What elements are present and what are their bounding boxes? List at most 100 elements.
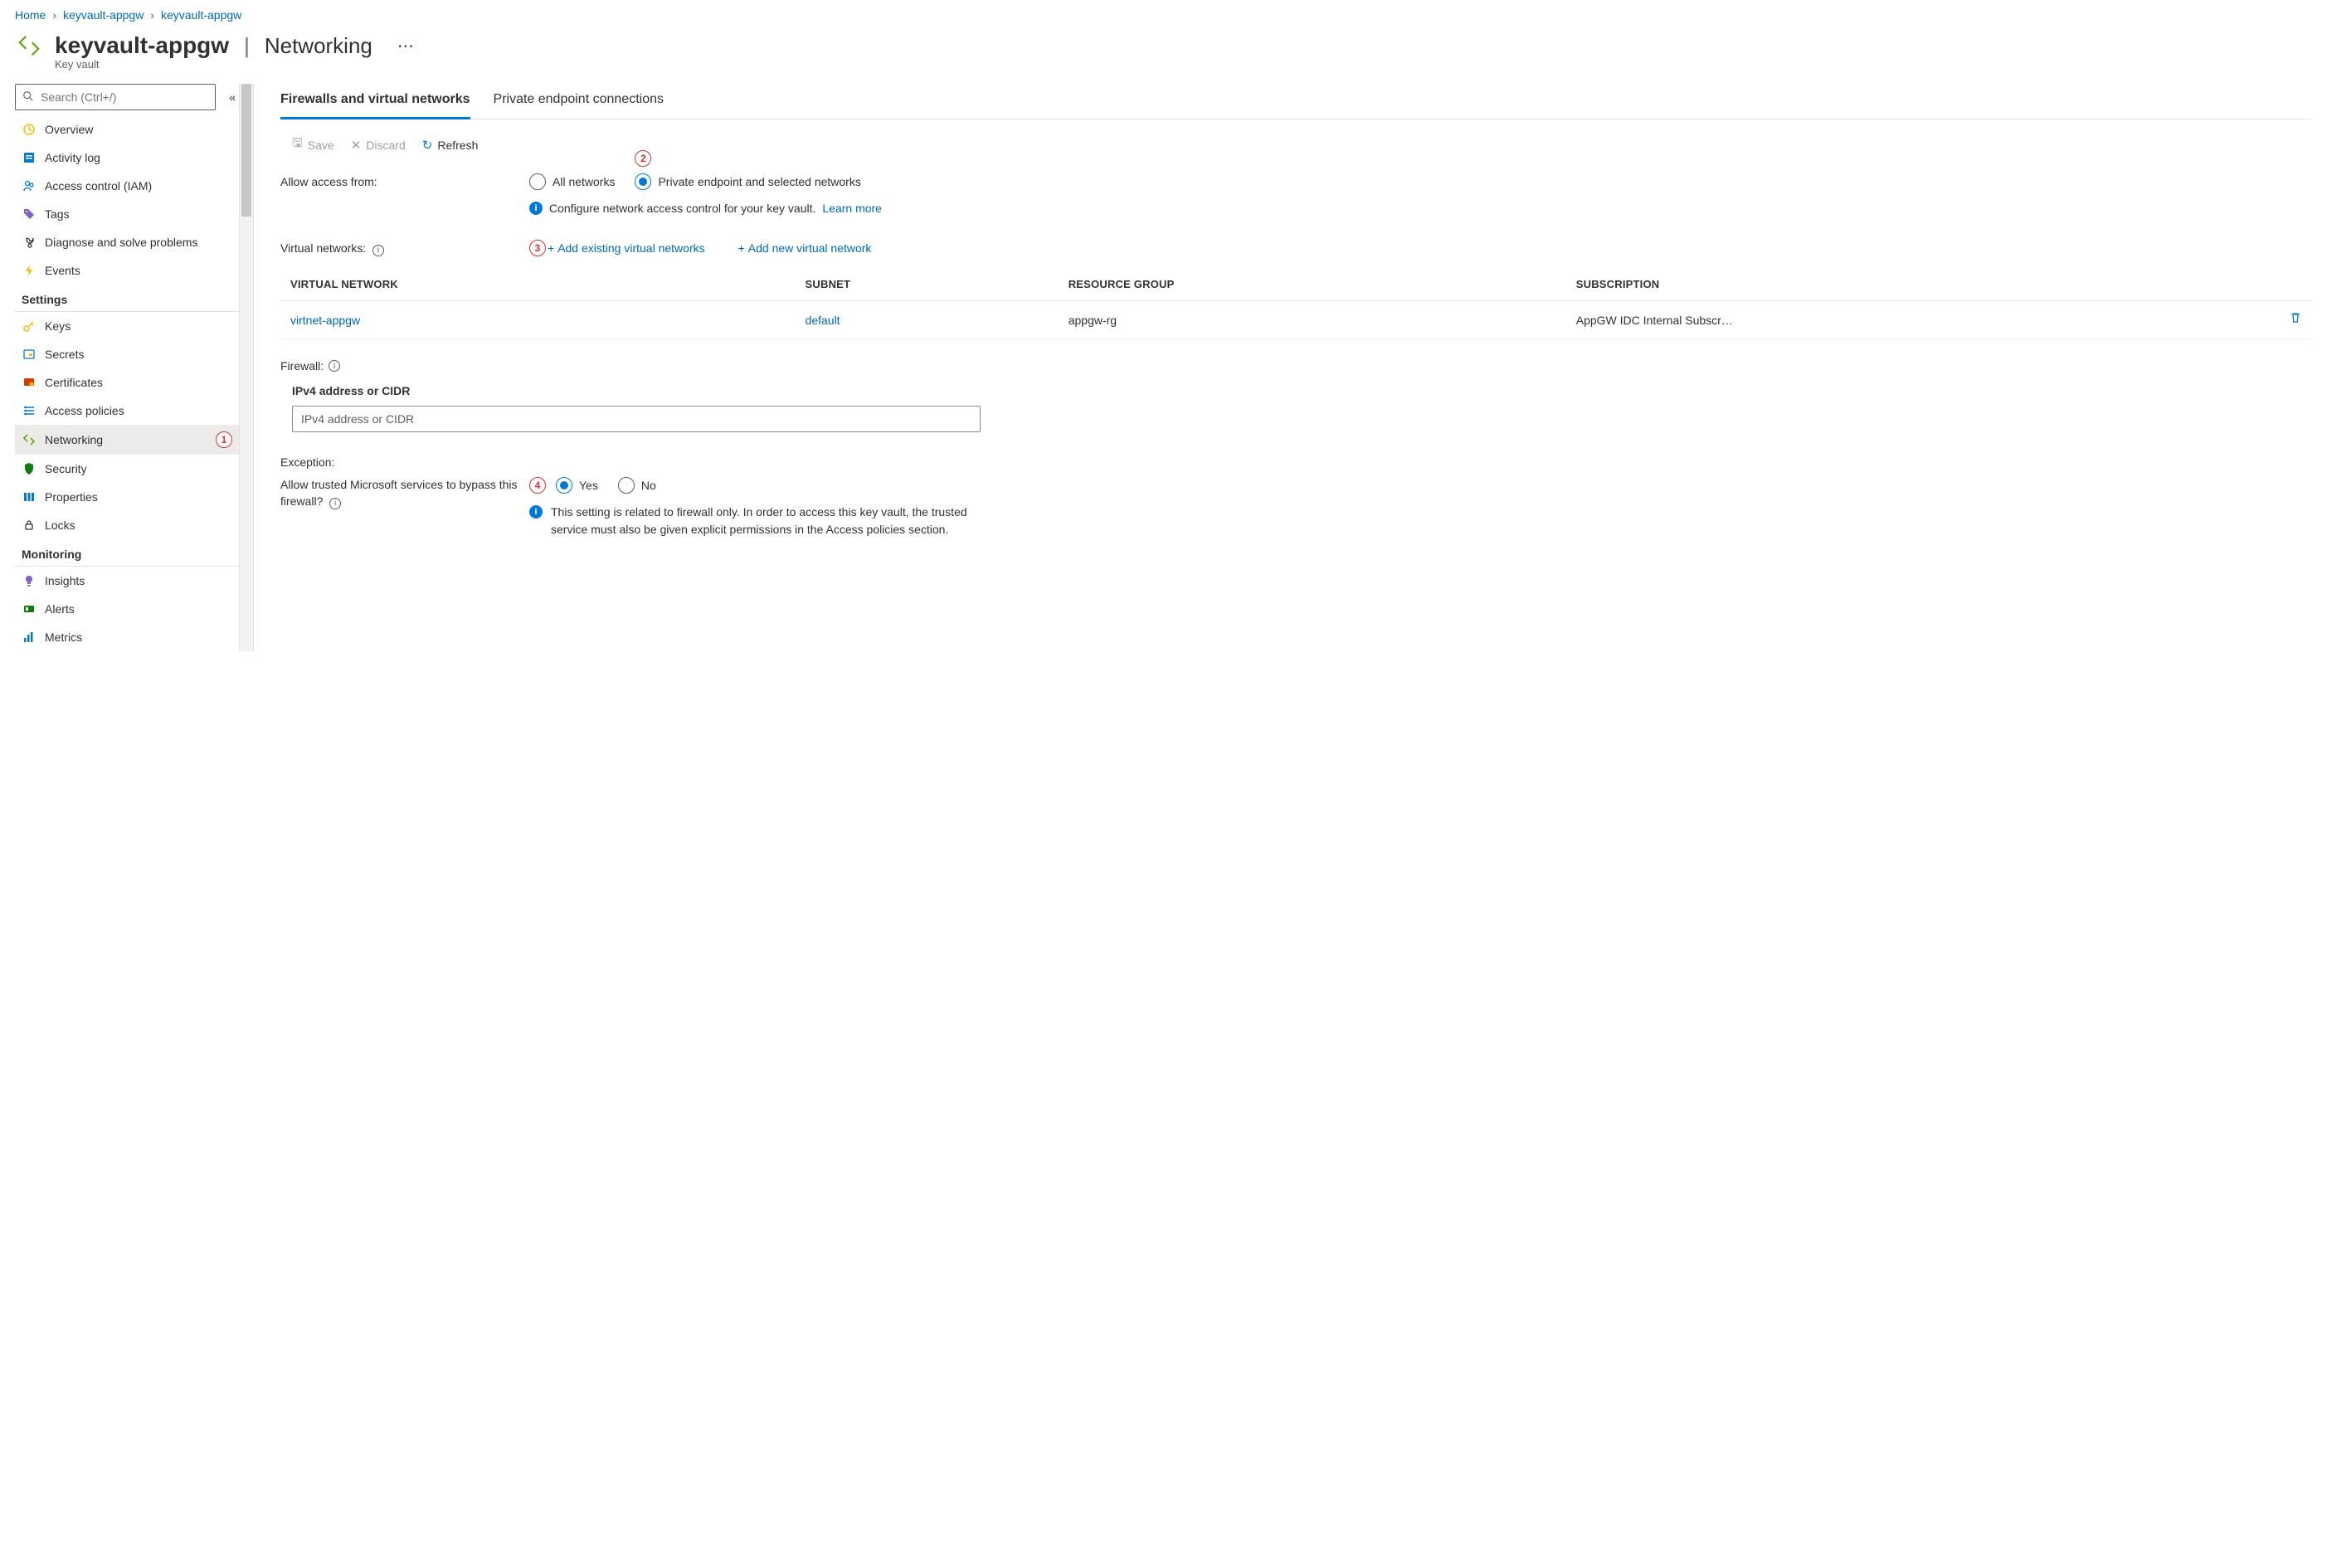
sidebar-item-label: Properties (45, 490, 232, 504)
info-outline-icon[interactable]: i (372, 245, 384, 256)
sidebar-item-tags[interactable]: Tags (15, 200, 239, 228)
radio-all-networks[interactable]: All networks (529, 173, 615, 190)
annotation-1: 1 (216, 431, 232, 448)
security-icon (22, 461, 37, 476)
refresh-button[interactable]: ↻ Refresh (422, 138, 479, 153)
breadcrumb-sep-icon: › (150, 8, 154, 22)
sidebar-search-input[interactable] (39, 90, 208, 105)
sidebar-item-label: Tags (45, 207, 232, 221)
vnet-link[interactable]: virtnet-appgw (290, 314, 360, 327)
tab-firewalls[interactable]: Firewalls and virtual networks (280, 84, 470, 119)
discard-button[interactable]: ✕ Discard (351, 138, 406, 153)
sidebar-item-alerts[interactable]: Alerts (15, 595, 239, 623)
info-outline-icon[interactable]: i (329, 498, 341, 509)
refresh-icon: ↻ (422, 138, 433, 153)
sidebar-item-security[interactable]: Security (15, 455, 239, 483)
breadcrumb-home[interactable]: Home (15, 8, 46, 22)
activity-icon (22, 150, 37, 165)
virtual-networks-label: Virtual networks: i (280, 240, 529, 256)
tabs: Firewalls and virtual networks Private e… (280, 84, 2312, 119)
sidebar-item-label: Metrics (45, 631, 232, 644)
resource-type: Key vault (55, 58, 2312, 71)
locks-icon (22, 518, 37, 533)
sidebar-item-access-policies[interactable]: Access policies (15, 397, 239, 425)
sidebar-item-label: Networking (45, 433, 207, 446)
firewall-label: Firewall: (280, 359, 324, 373)
annotation-2: 2 (635, 150, 651, 167)
insights-icon (22, 573, 37, 588)
discard-icon: ✕ (351, 138, 362, 153)
policies-icon (22, 403, 37, 418)
sidebar-item-properties[interactable]: Properties (15, 483, 239, 511)
scrollbar-thumb[interactable] (241, 84, 251, 217)
blade-title: Networking (265, 33, 372, 59)
sidebar-item-insights[interactable]: Insights (15, 567, 239, 595)
sidebar-item-label: Keys (45, 319, 232, 333)
sidebar-item-activity-log[interactable]: Activity log (15, 144, 239, 172)
breadcrumb-sep-icon: › (52, 8, 56, 22)
sidebar-group-title: Settings (15, 285, 239, 312)
resource-header: keyvault-appgw | Networking ⋯ Key vault (15, 28, 2312, 84)
annotation-4: 4 (529, 477, 546, 494)
sidebar-group-title: Monitoring (15, 539, 239, 567)
sidebar-item-metrics[interactable]: Metrics (15, 623, 239, 651)
sidebar-item-diagnose-and-solve-problems[interactable]: Diagnose and solve problems (15, 228, 239, 256)
toolbar: 🖫 Save ✕ Discard ↻ Refresh (280, 134, 2312, 155)
sidebar-item-label: Security (45, 462, 232, 475)
diagnose-icon (22, 235, 37, 250)
sidebar-item-keys[interactable]: Keys (15, 312, 239, 340)
radio-exception-yes[interactable]: Yes (556, 477, 598, 494)
col-vnet: VIRTUAL NETWORK (280, 268, 796, 301)
exception-info: This setting is related to firewall only… (551, 504, 994, 538)
collapse-sidebar-button[interactable]: « (226, 90, 239, 104)
table-row: virtnet-appgw default appgw-rg AppGW IDC… (280, 301, 2312, 339)
sidebar-item-events[interactable]: Events (15, 256, 239, 285)
sidebar-item-label: Overview (45, 123, 232, 136)
info-icon: i (529, 202, 543, 215)
info-outline-icon[interactable]: i (329, 360, 340, 372)
iam-icon (22, 178, 37, 193)
properties-icon (22, 489, 37, 504)
radio-selected-networks[interactable]: Private endpoint and selected networks (635, 173, 860, 190)
networking-icon (22, 432, 37, 447)
ip-cidr-input[interactable] (292, 406, 981, 432)
delete-row-button[interactable] (2289, 314, 2302, 328)
add-new-vnet-link[interactable]: +Add new virtual network (738, 241, 872, 255)
subnet-link[interactable]: default (806, 314, 840, 327)
add-existing-vnet-link[interactable]: +Add existing virtual networks (548, 241, 705, 255)
cell-rg: appgw-rg (1059, 301, 1566, 339)
sidebar-item-secrets[interactable]: Secrets (15, 340, 239, 368)
overview-icon (22, 122, 37, 137)
allow-access-label: Allow access from: (280, 173, 529, 188)
ip-heading: IPv4 address or CIDR (292, 384, 2312, 397)
sidebar-item-label: Insights (45, 574, 232, 587)
more-actions-button[interactable]: ⋯ (397, 36, 414, 56)
sidebar-item-label: Access control (IAM) (45, 179, 232, 192)
sidebar-item-label: Activity log (45, 151, 232, 164)
sidebar-item-locks[interactable]: Locks (15, 511, 239, 539)
save-button[interactable]: 🖫 Save (292, 134, 334, 155)
sidebar-scrollbar[interactable] (239, 84, 254, 651)
sidebar-item-certificates[interactable]: Certificates (15, 368, 239, 397)
radio-exception-no[interactable]: No (618, 477, 656, 494)
col-rg: RESOURCE GROUP (1059, 268, 1566, 301)
sidebar-search[interactable] (15, 84, 216, 110)
alerts-icon (22, 601, 37, 616)
virtual-networks-table: VIRTUAL NETWORK SUBNET RESOURCE GROUP SU… (280, 268, 2312, 339)
sidebar: « Overview Activity log Access control (… (15, 84, 239, 651)
col-sub: SUBSCRIPTION (1566, 268, 2279, 301)
sidebar-item-label: Locks (45, 519, 232, 532)
search-icon (22, 90, 34, 105)
sidebar-item-networking[interactable]: Networking 1 (15, 425, 239, 455)
metrics-icon (22, 630, 37, 645)
col-subnet: SUBNET (796, 268, 1059, 301)
tab-private-endpoint[interactable]: Private endpoint connections (494, 84, 664, 119)
breadcrumb-level1[interactable]: keyvault-appgw (63, 8, 144, 22)
save-icon: 🖫 (292, 134, 303, 155)
breadcrumb-level2[interactable]: keyvault-appgw (161, 8, 241, 22)
sidebar-item-access-control-iam-[interactable]: Access control (IAM) (15, 172, 239, 200)
sidebar-item-overview[interactable]: Overview (15, 115, 239, 144)
learn-more-link[interactable]: Learn more (822, 202, 882, 215)
secret-icon (22, 347, 37, 362)
allow-access-info: Configure network access control for you… (549, 202, 815, 215)
